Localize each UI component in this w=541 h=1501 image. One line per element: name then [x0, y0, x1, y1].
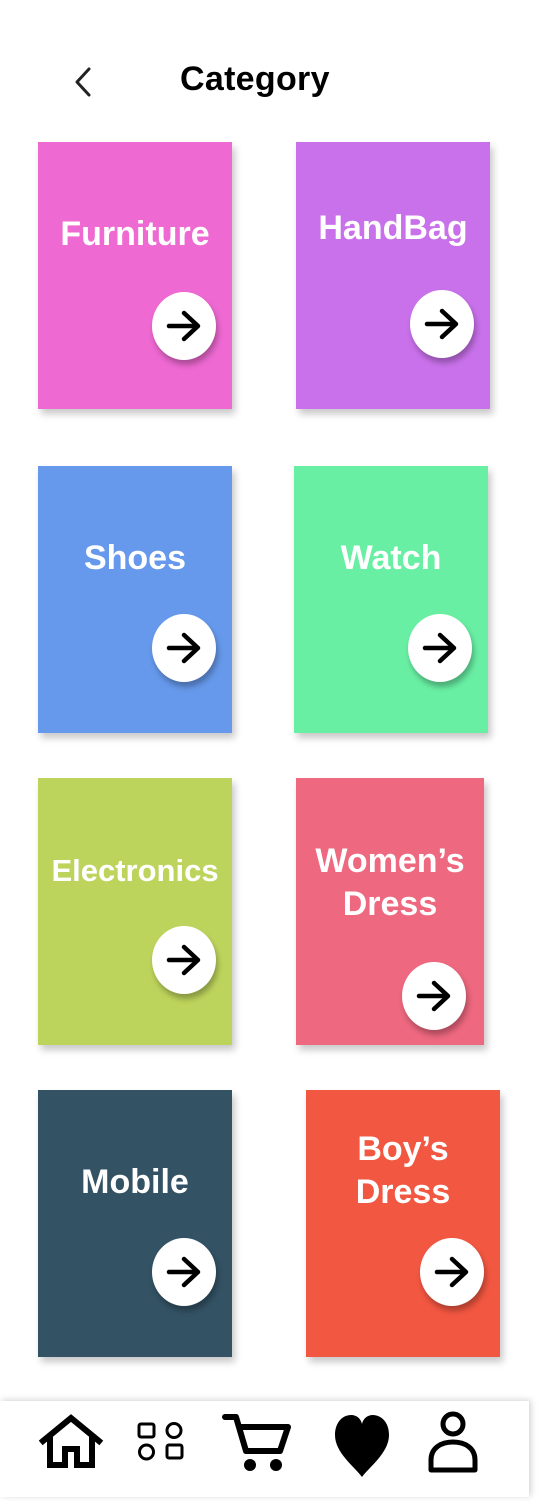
- open-category-button[interactable]: [408, 614, 472, 682]
- arrow-right-icon: [166, 944, 201, 976]
- category-label: Women’s Dress: [315, 842, 465, 923]
- arrow-right-icon: [166, 632, 201, 664]
- category-card-watch[interactable]: Watch: [294, 466, 488, 733]
- category-label: Electronics: [51, 853, 219, 888]
- category-label: Boy’s Dress: [355, 1130, 451, 1211]
- page-title: Category: [180, 60, 330, 98]
- category-label: Watch: [340, 539, 442, 577]
- category-card-shoes[interactable]: Shoes: [38, 466, 232, 733]
- category-card-mobile[interactable]: Mobile: [38, 1090, 232, 1357]
- open-category-button[interactable]: [152, 926, 216, 994]
- open-category-button[interactable]: [402, 962, 466, 1030]
- category-label: Shoes: [83, 539, 187, 577]
- arrow-right-icon: [422, 632, 457, 664]
- open-category-button[interactable]: [152, 1238, 216, 1306]
- chevron-left-icon: [75, 67, 91, 97]
- arrow-right-icon: [166, 310, 201, 342]
- open-category-button[interactable]: [152, 614, 216, 682]
- profile-icon: [428, 1411, 478, 1473]
- tab-categories[interactable]: [132, 1415, 190, 1467]
- bottom-tab-bar: [0, 1401, 529, 1497]
- back-button[interactable]: [66, 62, 100, 102]
- heart-icon: [335, 1415, 389, 1477]
- category-label: Mobile: [81, 1163, 189, 1201]
- arrow-right-icon: [424, 308, 459, 340]
- open-category-button[interactable]: [410, 290, 474, 358]
- open-category-button[interactable]: [152, 292, 216, 360]
- home-icon: [38, 1414, 104, 1468]
- category-label: Furniture: [60, 215, 210, 253]
- category-card-womens-dress[interactable]: Women’s Dress: [296, 778, 484, 1045]
- category-label: HandBag: [318, 209, 468, 247]
- tab-profile[interactable]: [422, 1409, 484, 1475]
- categories-icon: [137, 1422, 184, 1461]
- tab-home[interactable]: [34, 1409, 108, 1473]
- cart-icon: [222, 1414, 291, 1471]
- category-card-handbag[interactable]: HandBag: [296, 142, 490, 409]
- category-card-furniture[interactable]: Furniture: [38, 142, 232, 409]
- tab-favorites[interactable]: [330, 1411, 394, 1481]
- tab-cart[interactable]: [220, 1409, 294, 1475]
- arrow-right-icon: [166, 1256, 201, 1288]
- arrow-right-icon: [416, 980, 451, 1012]
- open-category-button[interactable]: [420, 1238, 484, 1306]
- category-card-electronics[interactable]: Electronics: [38, 778, 232, 1045]
- category-card-boys-dress[interactable]: Boy’s Dress: [306, 1090, 500, 1357]
- arrow-right-icon: [434, 1256, 469, 1288]
